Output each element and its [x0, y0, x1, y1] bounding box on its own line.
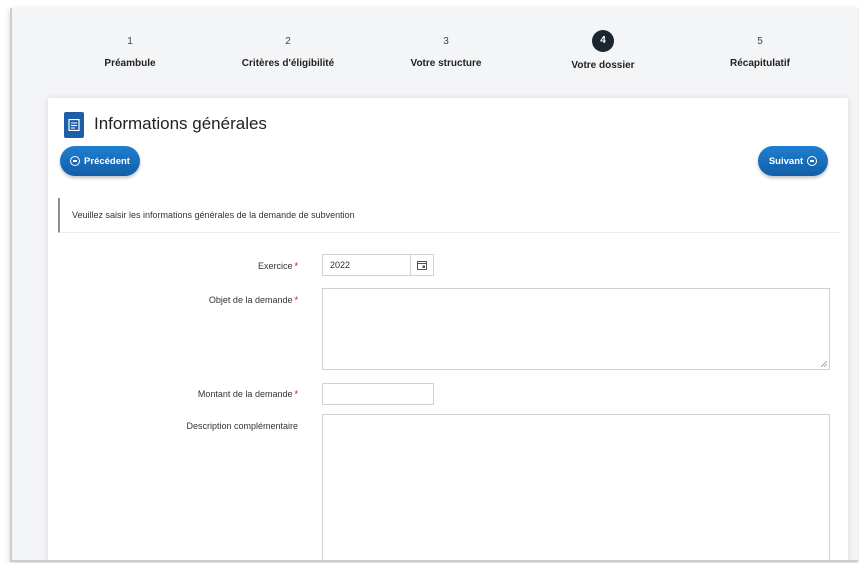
next-button[interactable]: Suivant [758, 146, 828, 176]
calendar-button[interactable] [410, 255, 433, 275]
step-label: Votre structure [410, 58, 482, 69]
required-mark: * [294, 295, 298, 305]
step-number: 3 [443, 36, 449, 47]
step-4[interactable]: 4 Votre dossier [523, 30, 683, 71]
objet-textarea[interactable] [322, 288, 830, 370]
info-text: Veuillez saisir les informations général… [72, 210, 355, 220]
step-1[interactable]: 1 Préambule [50, 32, 210, 69]
step-label: Récapitulatif [729, 58, 790, 69]
required-mark: * [294, 389, 298, 399]
resize-handle-icon [821, 361, 827, 367]
step-label: Préambule [104, 58, 156, 69]
arrow-circle-right-icon [807, 156, 818, 166]
step-number: 2 [285, 36, 291, 47]
step-number: 1 [127, 36, 133, 47]
description-label: Description complémentaire [58, 421, 298, 431]
objet-label-text: Objet de la demande [208, 295, 293, 305]
description-label-text: Description complémentaire [186, 421, 298, 431]
montant-input[interactable] [322, 383, 434, 405]
exercice-value: 2022 [330, 260, 351, 270]
step-2[interactable]: 2 Critères d'éligibilité [208, 32, 368, 69]
objet-label: Objet de la demande * [58, 295, 298, 305]
description-textarea[interactable] [322, 414, 830, 560]
app-frame: 1 Préambule 2 Critères d'éligibilité 3 V… [10, 8, 858, 562]
document-icon [64, 112, 84, 138]
montant-label-text: Montant de la demande [197, 389, 293, 399]
step-label: Critères d'éligibilité [241, 58, 335, 69]
exercice-label-text: Exercice [257, 261, 293, 271]
exercice-field[interactable]: 2022 [322, 254, 434, 276]
stepper: 1 Préambule 2 Critères d'éligibilité 3 V… [12, 8, 858, 98]
page-title: Informations générales [94, 114, 267, 133]
calendar-icon [417, 261, 427, 270]
step-3[interactable]: 3 Votre structure [366, 32, 526, 69]
step-label: Votre dossier [571, 60, 635, 71]
info-notice: Veuillez saisir les informations général… [58, 198, 840, 233]
step-number-active: 4 [592, 30, 614, 52]
next-button-label: Suivant [768, 155, 804, 167]
montant-label: Montant de la demande * [58, 389, 298, 399]
arrow-circle-left-icon [70, 156, 81, 166]
exercice-label: Exercice * [58, 261, 298, 271]
required-mark: * [294, 261, 298, 271]
step-5[interactable]: 5 Récapitulatif [680, 32, 840, 69]
previous-button-label: Précédent [84, 155, 130, 167]
step-number: 5 [757, 36, 763, 47]
form-card: Informations générales Précédent Suivant… [48, 98, 848, 560]
previous-button[interactable]: Précédent [60, 146, 140, 176]
